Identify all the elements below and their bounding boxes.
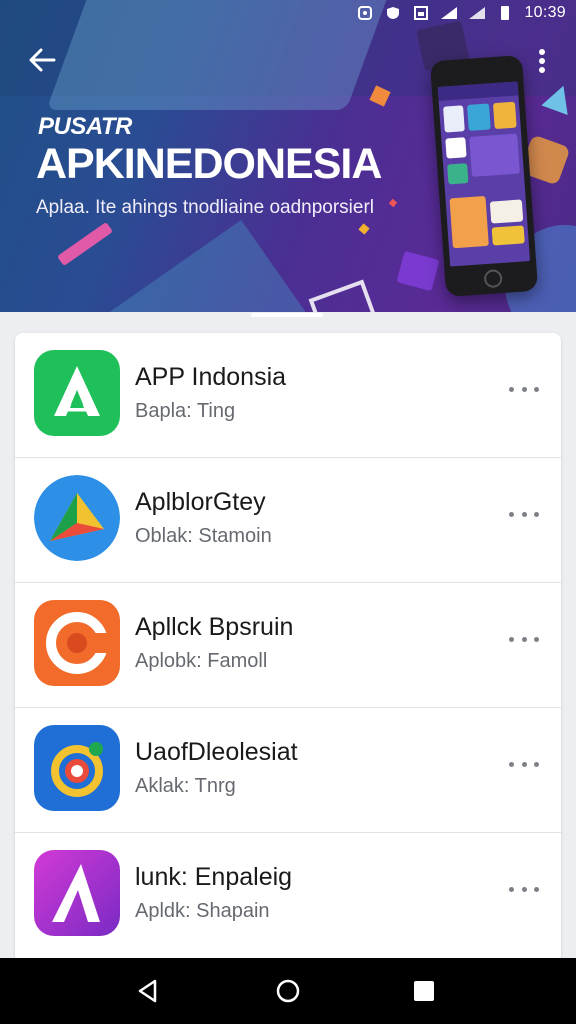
more-options-button[interactable]: [509, 760, 539, 768]
more-options-button[interactable]: [509, 635, 539, 643]
phone-home-button: [483, 269, 503, 289]
decor-shape: [308, 279, 380, 312]
dot: [521, 886, 527, 892]
app-list: APP Indonsia Bapla: Ting AplblorGtey Obl…: [15, 333, 561, 963]
dot: [534, 511, 539, 517]
page-title: APKINEDONESIA: [36, 140, 382, 188]
app-subtitle: Oblak: Stamoin: [135, 525, 272, 547]
green-a-icon: [34, 350, 120, 436]
more-options-button[interactable]: [509, 510, 539, 518]
header-subtitle: Aplaa. Ite ahings tnodliaine oadnporsier…: [36, 197, 375, 218]
nav-recents-icon: [414, 981, 434, 1001]
blue-camera-icon: [34, 725, 120, 811]
dot: [521, 511, 527, 517]
decor-shape: [358, 223, 370, 235]
header-kicker: PUSATR: [38, 113, 132, 140]
phone-tile: [469, 133, 520, 177]
dot: [534, 386, 539, 392]
back-button[interactable]: [24, 42, 60, 78]
nav-home-icon: [276, 979, 300, 1003]
app-name: AplblorGtey: [135, 488, 266, 516]
dot: [534, 886, 539, 892]
app-subtitle: Aplobk: Famoll: [135, 650, 268, 672]
more-options-button[interactable]: [509, 885, 539, 893]
decor-shape: [396, 250, 440, 292]
phone-screen-bar: [437, 81, 519, 101]
more-horizontal-icon: [509, 636, 514, 642]
signal-icon: [440, 6, 458, 20]
vpn-icon: [384, 6, 402, 20]
phone-tile: [489, 199, 524, 224]
system-nav-bar: [0, 958, 576, 1024]
app-name: APP Indonsia: [135, 363, 287, 391]
app-subtitle: Bapla: Ting: [135, 400, 236, 422]
app-name: UaofDleolesiat: [135, 738, 298, 766]
more-horizontal-icon: [509, 511, 514, 517]
dot: [521, 386, 527, 392]
more-vertical-icon: [539, 49, 545, 73]
dot: [534, 761, 539, 767]
notification-icon: [356, 6, 374, 20]
list-item[interactable]: UaofDleolesiat Aklak: Tnrg: [15, 708, 561, 833]
header-banner: 10:39 PUSATR APKINEDONESIA Aplaa. Ite ah…: [0, 0, 576, 312]
list-item[interactable]: lunk: Enpaleig Apldk: Shapain: [15, 833, 561, 958]
more-options-button[interactable]: [509, 385, 539, 393]
sheet-handle[interactable]: [251, 313, 323, 317]
phone-tile: [445, 137, 467, 159]
status-bar: 10:39: [356, 4, 566, 22]
arrow-left-icon: [29, 48, 56, 72]
nav-back-button[interactable]: [133, 976, 163, 1006]
decor-shape: [388, 198, 398, 208]
status-time: 10:39: [524, 4, 566, 21]
app-subtitle: Apldk: Shapain: [135, 900, 270, 922]
app-name: lunk: Enpaleig: [135, 863, 293, 891]
app-subtitle: Aklak: Tnrg: [135, 775, 236, 797]
phone-tile: [447, 163, 469, 185]
more-horizontal-icon: [509, 386, 514, 392]
list-item[interactable]: APP Indonsia Bapla: Ting: [15, 333, 561, 458]
phone-tile: [492, 101, 517, 130]
nav-back-icon: [138, 979, 157, 1003]
signal-icon: [468, 6, 486, 20]
more-horizontal-icon: [509, 761, 514, 767]
phone-tile: [491, 225, 525, 246]
overflow-menu-button[interactable]: [532, 46, 552, 78]
list-item[interactable]: Apllck Bpsruin Aplobk: Famoll: [15, 583, 561, 708]
decor-shape: [56, 221, 114, 267]
more-horizontal-icon: [509, 886, 514, 892]
dot: [534, 636, 539, 642]
dot: [521, 636, 527, 642]
nav-home-button[interactable]: [273, 976, 303, 1006]
screenshot-icon: [412, 6, 430, 20]
nav-recents-button[interactable]: [409, 976, 439, 1006]
battery-icon: [496, 6, 514, 20]
decor-shape: [46, 0, 394, 110]
app-name: Apllck Bpsruin: [135, 613, 294, 641]
play-triangle-icon: [34, 475, 120, 561]
phone-tile: [467, 103, 491, 131]
phone-screen: [437, 81, 531, 267]
orange-c-icon: [34, 600, 120, 686]
purple-a-icon: [34, 850, 120, 936]
decor-shape: [110, 219, 310, 312]
dot: [521, 761, 527, 767]
list-item[interactable]: AplblorGtey Oblak: Stamoin: [15, 458, 561, 583]
phone-tile: [449, 195, 489, 249]
phone-illustration: [429, 55, 539, 297]
phone-tile: [443, 105, 465, 133]
